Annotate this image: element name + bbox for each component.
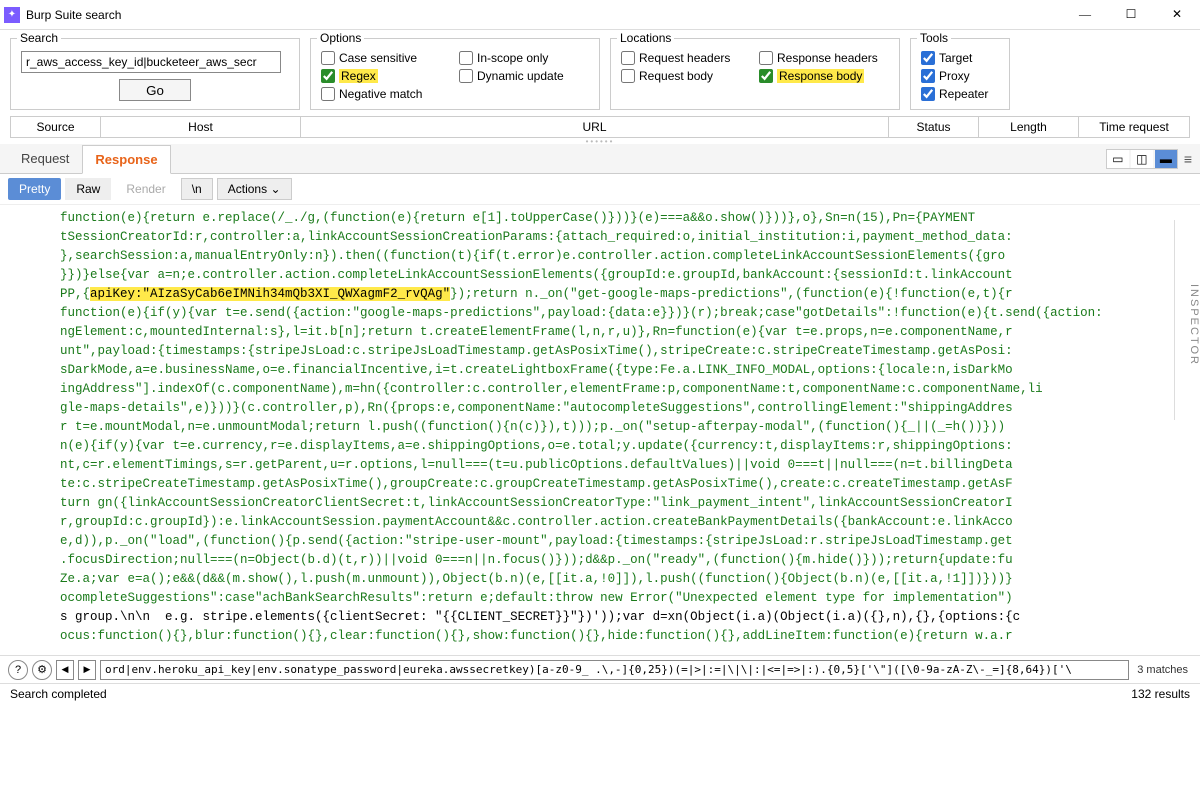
status-right: 132 results [1131,687,1190,701]
highlighted-match: apiKey:"AIzaSyCab6eIMNih34mQb3XI_QWXagmF… [90,287,450,301]
in-scope-only-checkbox[interactable]: In-scope only [459,51,589,65]
view-toggle: ▭ ◫ ▬ [1106,149,1178,169]
tab-response[interactable]: Response [82,145,170,174]
col-source[interactable]: Source [11,117,101,137]
tab-request[interactable]: Request [8,144,82,173]
gear-icon: ⚙ [37,663,47,676]
options-fieldset: Options Case sensitive In-scope only Reg… [310,38,600,110]
chevron-down-icon: ⌄ [270,182,280,196]
repeater-checkbox[interactable]: Repeater [921,87,999,101]
locations-legend: Locations [617,31,674,45]
col-length[interactable]: Length [979,117,1079,137]
message-tabs: Request Response ▭ ◫ ▬ ≡ [0,144,1200,174]
newline-button[interactable]: \n [181,178,213,200]
negative-match-checkbox[interactable]: Negative match [321,87,451,101]
app-icon: ✦ [4,7,20,23]
response-headers-checkbox[interactable]: Response headers [759,51,889,65]
hamburger-icon[interactable]: ≡ [1184,151,1192,167]
actions-dropdown[interactable]: Actions ⌄ [217,178,292,200]
tools-legend: Tools [917,31,951,45]
prev-match-button[interactable]: ◀ [56,660,74,680]
col-time[interactable]: Time request [1079,117,1189,137]
response-body-viewer[interactable]: function(e){return e.replace(/_./g,(func… [0,205,1200,655]
search-legend: Search [17,31,61,45]
match-count: 3 matches [1133,664,1192,676]
titlebar: ✦ Burp Suite search — ☐ ✕ [0,0,1200,30]
minimize-button[interactable]: — [1062,0,1108,30]
search-fieldset: Search Go [10,38,300,110]
close-button[interactable]: ✕ [1154,0,1200,30]
proxy-checkbox[interactable]: Proxy [921,69,999,83]
window-title: Burp Suite search [26,8,1062,22]
regex-checkbox[interactable]: Regex [321,69,451,83]
message-search-input[interactable] [100,660,1129,680]
col-host[interactable]: Host [101,117,301,137]
view-split-h[interactable]: ▭ [1107,150,1129,168]
pretty-button[interactable]: Pretty [8,178,61,200]
target-checkbox[interactable]: Target [921,51,999,65]
inspector-panel-toggle[interactable]: INSPECTOR [1174,220,1200,420]
raw-button[interactable]: Raw [65,178,111,200]
settings-button[interactable]: ⚙ [32,660,52,680]
options-legend: Options [317,31,364,45]
search-input[interactable] [21,51,281,73]
status-left: Search completed [10,687,107,701]
statusbar: Search completed 132 results [0,683,1200,704]
response-body-checkbox[interactable]: Response body [759,69,889,83]
case-sensitive-checkbox[interactable]: Case sensitive [321,51,451,65]
tools-fieldset: Tools Target Proxy Repeater [910,38,1010,110]
view-single[interactable]: ▬ [1155,150,1177,168]
results-table-header: Source Host URL Status Length Time reque… [10,116,1190,138]
request-body-checkbox[interactable]: Request body [621,69,751,83]
request-headers-checkbox[interactable]: Request headers [621,51,751,65]
go-button[interactable]: Go [119,79,191,101]
help-button[interactable]: ? [8,660,28,680]
col-url[interactable]: URL [301,117,889,137]
message-search-bar: ? ⚙ ◀ ▶ 3 matches [0,655,1200,683]
locations-fieldset: Locations Request headers Response heade… [610,38,900,110]
dynamic-update-checkbox[interactable]: Dynamic update [459,69,589,83]
maximize-button[interactable]: ☐ [1108,0,1154,30]
render-button: Render [115,178,176,200]
view-split-v[interactable]: ◫ [1131,150,1153,168]
viewer-controls: Pretty Raw Render \n Actions ⌄ [0,174,1200,205]
next-match-button[interactable]: ▶ [78,660,96,680]
col-status[interactable]: Status [889,117,979,137]
